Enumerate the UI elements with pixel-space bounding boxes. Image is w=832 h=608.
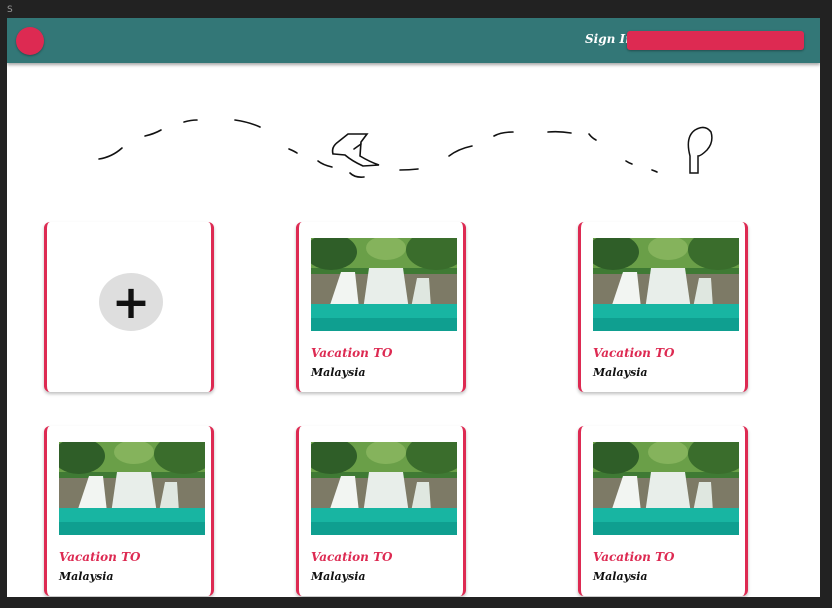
top-navbar: Sign In bbox=[7, 18, 820, 63]
plus-icon: + bbox=[111, 275, 151, 329]
card-subtitle: Malaysia bbox=[593, 570, 648, 583]
card-title: Vacation TO bbox=[311, 346, 393, 360]
card-title: Vacation TO bbox=[593, 550, 675, 564]
card-title: Vacation TO bbox=[593, 346, 675, 360]
card-subtitle: Malaysia bbox=[311, 366, 366, 379]
card-title: Vacation TO bbox=[311, 550, 393, 564]
vacation-card[interactable]: Vacation TO Malaysia bbox=[578, 426, 748, 596]
vacation-card[interactable]: Vacation TO Malaysia bbox=[296, 222, 466, 392]
waterfall-image bbox=[593, 442, 739, 535]
card-subtitle: Malaysia bbox=[59, 570, 114, 583]
nav-action-button[interactable] bbox=[627, 31, 804, 50]
card-subtitle: Malaysia bbox=[311, 570, 366, 583]
vacation-card[interactable]: Vacation TO Malaysia bbox=[578, 222, 748, 392]
waterfall-image bbox=[59, 442, 205, 535]
vacation-card[interactable]: Vacation TO Malaysia bbox=[44, 426, 214, 596]
window-label: S bbox=[7, 5, 13, 15]
card-subtitle: Malaysia bbox=[593, 366, 648, 379]
card-title: Vacation TO bbox=[59, 550, 141, 564]
waterfall-image bbox=[311, 238, 457, 331]
add-button[interactable]: + bbox=[99, 273, 163, 331]
app-frame: Sign In + Vacation TO Malaysia Vacation … bbox=[7, 18, 820, 597]
waterfall-image bbox=[593, 238, 739, 331]
vacation-card[interactable]: Vacation TO Malaysia bbox=[296, 426, 466, 596]
waterfall-image bbox=[311, 442, 457, 535]
add-vacation-card[interactable]: + bbox=[44, 222, 214, 392]
airplane-path-illustration bbox=[98, 119, 713, 178]
logo-circle[interactable] bbox=[16, 27, 44, 55]
